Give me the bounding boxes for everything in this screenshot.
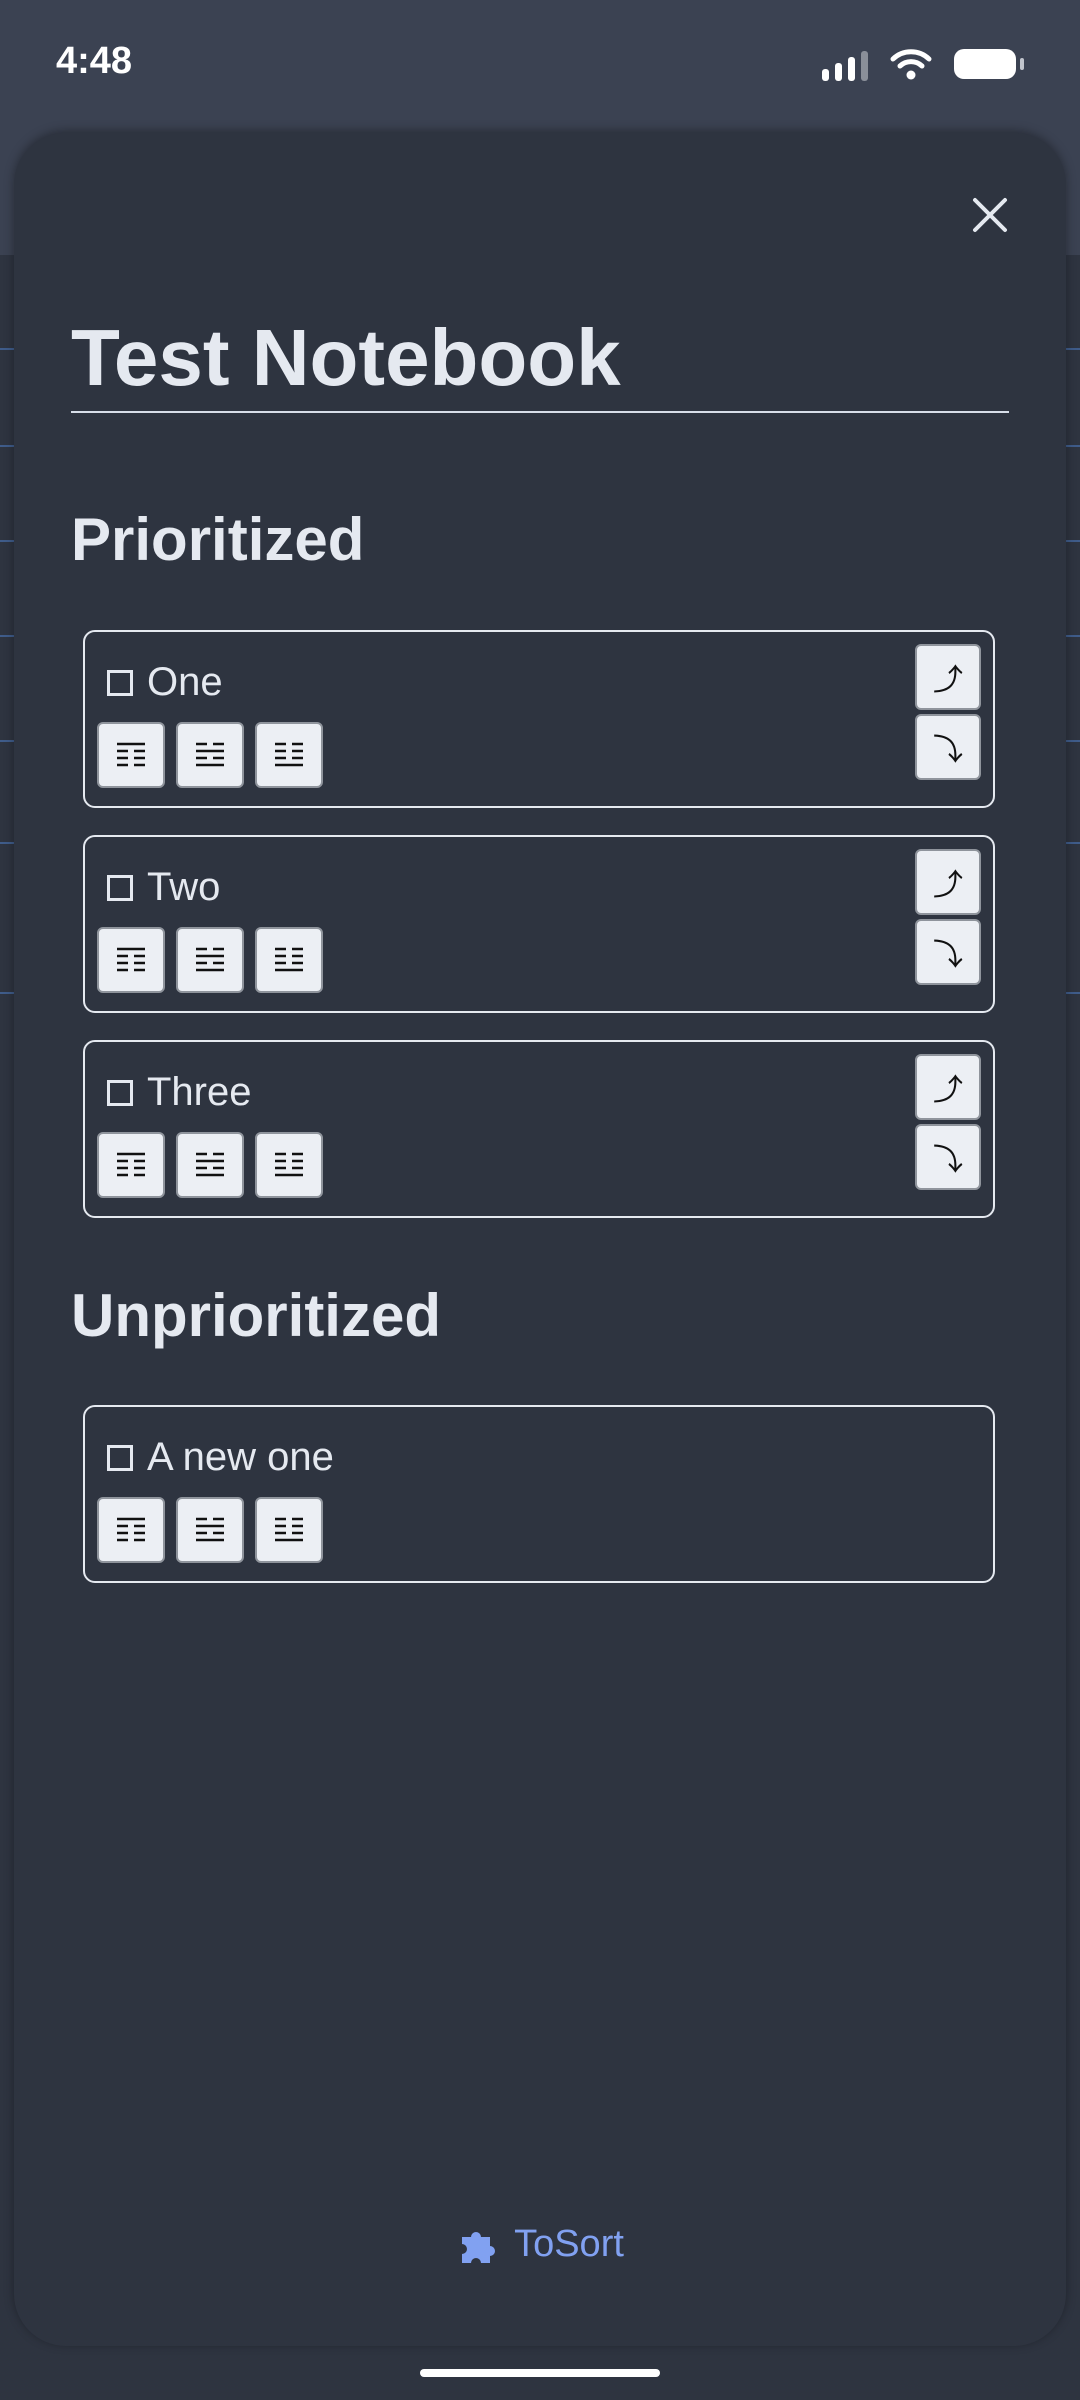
priority-low-button[interactable] [255, 1497, 323, 1563]
section-heading-unprioritized: Unprioritized [71, 1282, 441, 1349]
notebook-title-input[interactable]: Test Notebook [71, 313, 1009, 413]
footer-link[interactable]: ToSort [14, 2223, 1066, 2266]
move-down-button[interactable]: ⤵ [915, 714, 981, 780]
item-label: A new one [147, 1435, 334, 1479]
list-item: A new one [83, 1405, 995, 1583]
lines-icon [275, 742, 303, 767]
item-checkbox[interactable] [107, 1444, 133, 1471]
priority-high-button[interactable] [97, 1132, 165, 1198]
home-indicator [420, 2369, 660, 2377]
move-down-button[interactable]: ⤵ [915, 1124, 981, 1190]
item-label: Three [147, 1070, 252, 1114]
priority-high-button[interactable] [97, 927, 165, 993]
status-time: 4:48 [56, 40, 133, 82]
priority-medium-button[interactable] [176, 927, 244, 993]
wifi-icon [890, 49, 932, 80]
notebook-modal: Test Notebook Prioritized One ⤴ ⤵ Two ⤴ [14, 133, 1066, 2346]
priority-medium-button[interactable] [176, 1132, 244, 1198]
priority-high-button[interactable] [97, 1497, 165, 1563]
puzzle-piece-icon [462, 2231, 496, 2263]
item-label: Two [147, 865, 221, 909]
lines-icon [275, 1517, 303, 1542]
item-checkbox[interactable] [107, 1079, 133, 1106]
lines-icon [196, 947, 224, 972]
priority-low-button[interactable] [255, 927, 323, 993]
close-button[interactable] [960, 185, 1020, 245]
move-up-button[interactable]: ⤴ [915, 849, 981, 915]
priority-high-button[interactable] [97, 722, 165, 788]
priority-low-button[interactable] [255, 1132, 323, 1198]
item-actions [97, 1497, 323, 1563]
priority-low-button[interactable] [255, 722, 323, 788]
item-checkbox[interactable] [107, 874, 133, 901]
list-item: Three ⤴ ⤵ [83, 1040, 995, 1218]
lines-icon [117, 1517, 145, 1542]
lines-icon [275, 947, 303, 972]
list-item: One ⤴ ⤵ [83, 630, 995, 808]
list-item: Two ⤴ ⤵ [83, 835, 995, 1013]
item-actions [97, 927, 323, 993]
lines-icon [196, 742, 224, 767]
footer-label: ToSort [514, 2223, 624, 2265]
move-up-button[interactable]: ⤴ [915, 1054, 981, 1120]
item-checkbox[interactable] [107, 669, 133, 696]
close-icon [973, 198, 1007, 232]
move-down-button[interactable]: ⤵ [915, 919, 981, 985]
priority-medium-button[interactable] [176, 1497, 244, 1563]
battery-icon [954, 49, 1024, 79]
lines-icon [117, 742, 145, 767]
cellular-signal-icon [822, 47, 868, 81]
item-label: One [147, 660, 223, 704]
item-actions [97, 1132, 323, 1198]
section-heading-prioritized: Prioritized [71, 506, 365, 573]
lines-icon [275, 1152, 303, 1177]
lines-icon [196, 1517, 224, 1542]
status-icons [822, 44, 1024, 84]
lines-icon [117, 1152, 145, 1177]
lines-icon [196, 1152, 224, 1177]
priority-medium-button[interactable] [176, 722, 244, 788]
item-actions [97, 722, 323, 788]
move-up-button[interactable]: ⤴ [915, 644, 981, 710]
lines-icon [117, 947, 145, 972]
